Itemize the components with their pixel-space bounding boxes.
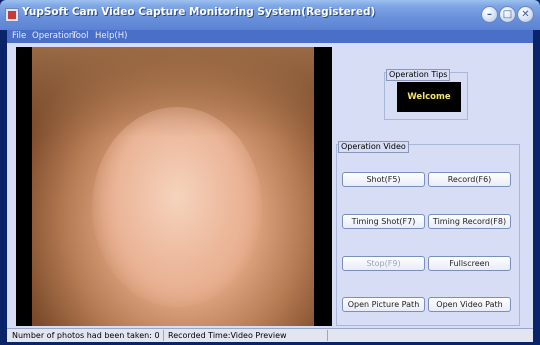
record-button[interactable]: Record(F6): [428, 172, 511, 187]
menu-tool[interactable]: Tool: [72, 30, 89, 43]
camera-feed-image: [32, 47, 314, 326]
status-separator: [327, 330, 328, 341]
menu-help[interactable]: Help(H): [95, 30, 127, 43]
welcome-display: Welcome: [397, 82, 461, 112]
status-separator: [163, 330, 164, 341]
close-button[interactable]: ✕: [517, 6, 534, 23]
menu-file[interactable]: File: [12, 30, 26, 43]
operation-tips-label: Operation Tips: [386, 69, 451, 81]
menu-operation[interactable]: Operation: [32, 30, 74, 43]
stop-button[interactable]: Stop(F9): [342, 256, 425, 271]
open-video-path-button[interactable]: Open Video Path: [428, 297, 511, 312]
status-bar: Number of photos had been taken: 0 Recor…: [7, 328, 533, 342]
app-icon: [5, 8, 19, 22]
photos-count-status: Number of photos had been taken: 0: [12, 331, 160, 340]
window-title: YupSoft Cam Video Capture Monitoring Sys…: [22, 6, 376, 18]
video-preview[interactable]: [16, 47, 332, 326]
maximize-button[interactable]: □: [499, 6, 516, 23]
shot-button[interactable]: Shot(F5): [342, 172, 425, 187]
timing-record-button[interactable]: Timing Record(F8): [428, 214, 511, 229]
recorded-time-status: Recorded Time:Video Preview: [168, 331, 287, 340]
app-window: YupSoft Cam Video Capture Monitoring Sys…: [0, 0, 540, 345]
client-area: Operation Tips Welcome Operation Video S…: [7, 43, 533, 328]
fullscreen-button[interactable]: Fullscreen: [428, 256, 511, 271]
open-picture-path-button[interactable]: Open Picture Path: [342, 297, 425, 312]
menu-bar: File Operation Tool Help(H): [7, 30, 533, 43]
minimize-button[interactable]: –: [481, 6, 498, 23]
timing-shot-button[interactable]: Timing Shot(F7): [342, 214, 425, 229]
title-bar[interactable]: YupSoft Cam Video Capture Monitoring Sys…: [0, 0, 540, 30]
operation-video-label: Operation Video: [338, 141, 409, 153]
